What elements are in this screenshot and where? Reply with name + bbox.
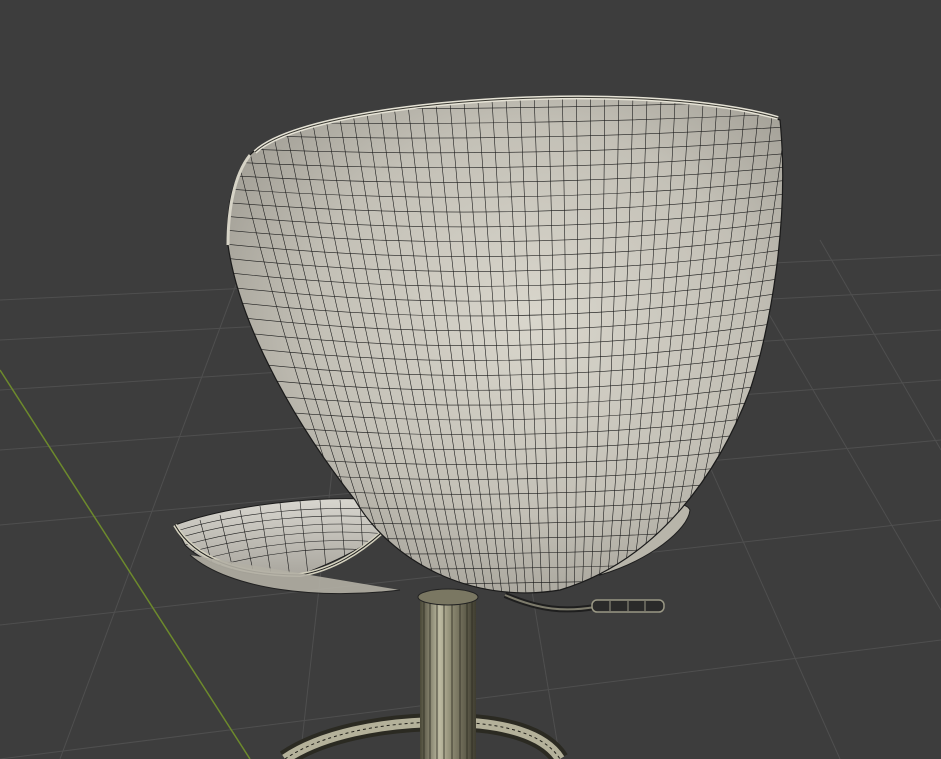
- viewport-canvas[interactable]: [0, 0, 941, 759]
- mesh-edge-row: [227, 591, 783, 593]
- chair-pole: [417, 588, 479, 759]
- 3d-viewport[interactable]: [0, 0, 941, 759]
- gas-lift-lever: [503, 592, 665, 613]
- mesh-edge-row: [200, 87, 800, 95]
